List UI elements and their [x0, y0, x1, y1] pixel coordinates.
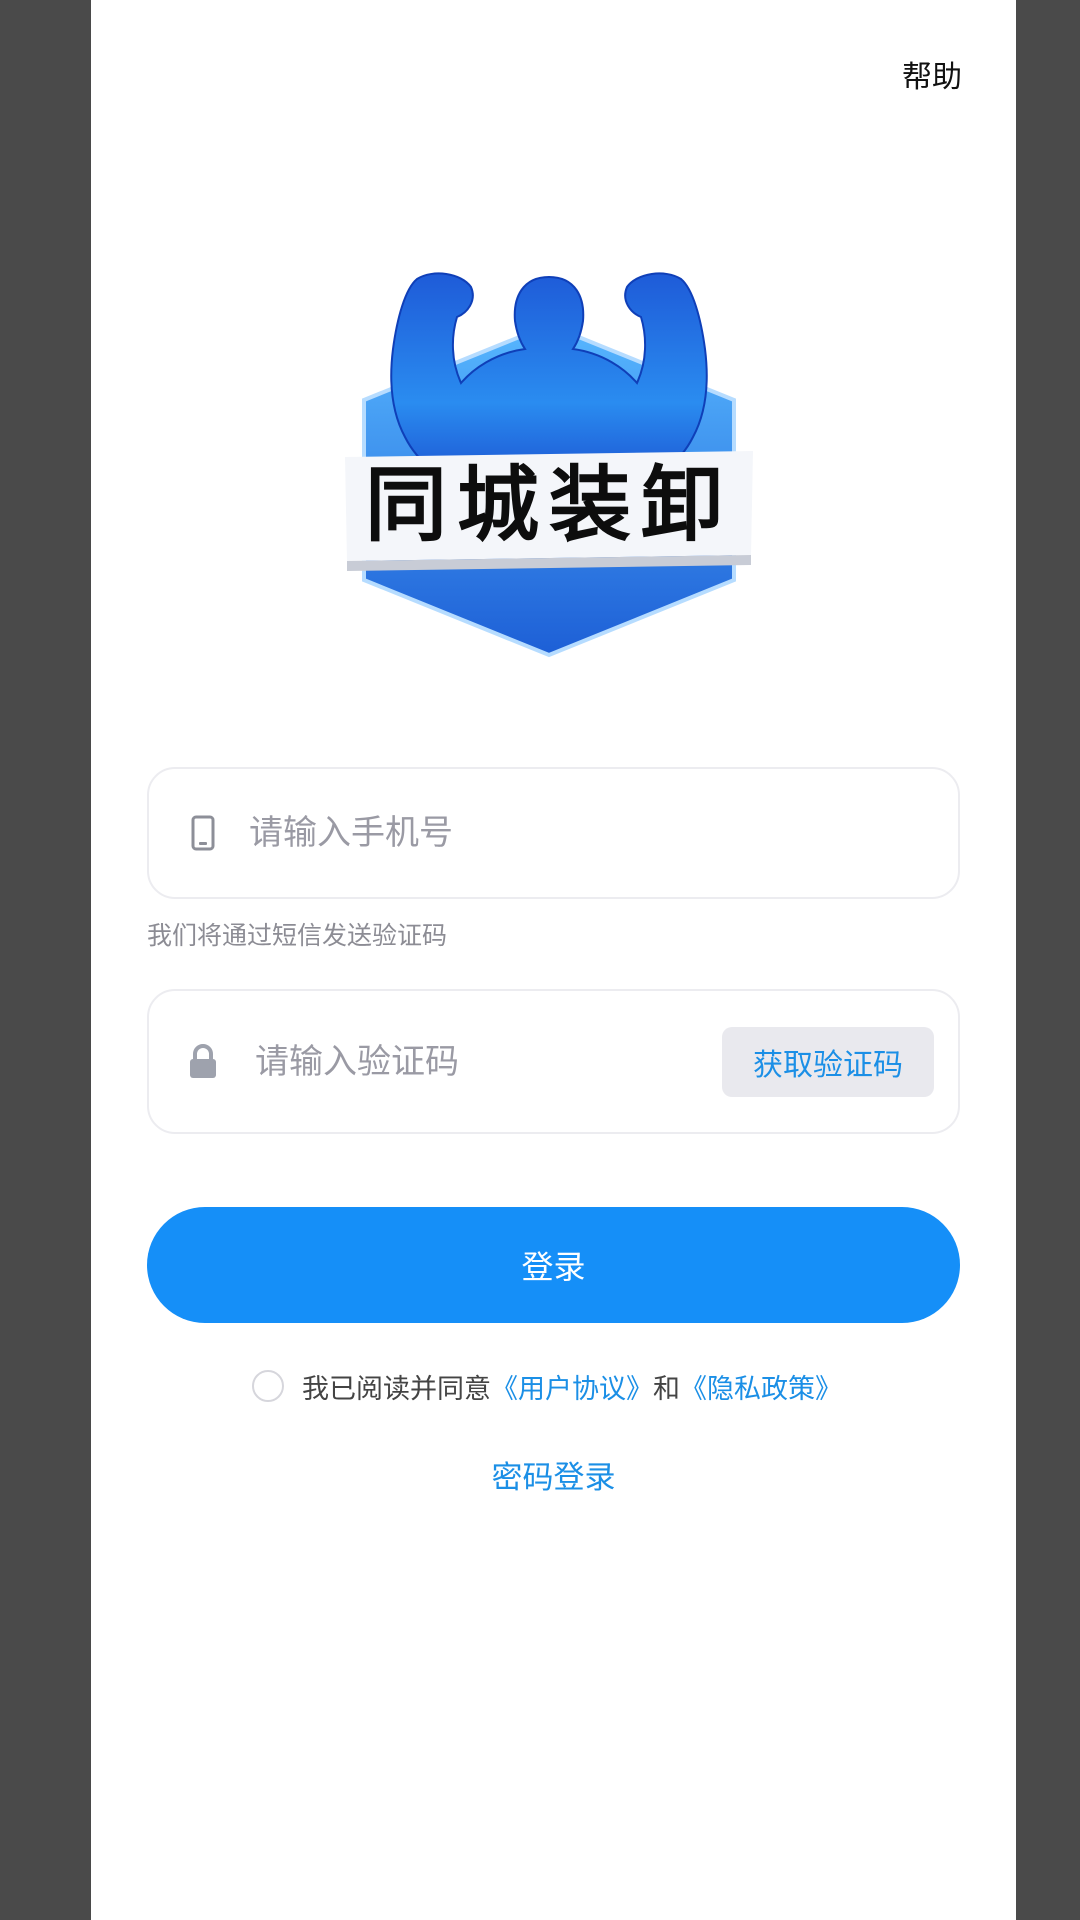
code-field: 获取验证码: [147, 989, 960, 1134]
agreement-row: 我已阅读并同意 《用户协议》 和 《隐私政策》: [252, 1367, 842, 1406]
phone-input[interactable]: [249, 769, 909, 897]
user-agreement-link[interactable]: 《用户协议》: [491, 1367, 653, 1406]
sms-hint: 我们将通过短信发送验证码: [147, 921, 448, 950]
phone-icon: [191, 815, 215, 851]
help-link[interactable]: 帮助: [902, 52, 962, 96]
code-input[interactable]: [255, 991, 695, 1132]
agreement-prefix: 我已阅读并同意: [302, 1373, 491, 1405]
lock-icon: [190, 1043, 216, 1078]
logo-text: 同城装卸: [365, 458, 733, 553]
agreement-checkbox[interactable]: [252, 1370, 284, 1402]
get-code-button[interactable]: 获取验证码: [722, 1027, 934, 1097]
password-login-link[interactable]: 密码登录: [91, 1452, 1016, 1497]
privacy-policy-link[interactable]: 《隐私政策》: [680, 1367, 842, 1406]
login-button[interactable]: 登录: [147, 1207, 960, 1323]
app-logo: 同城装卸: [345, 272, 753, 658]
agreement-conjunction: 和: [653, 1373, 680, 1405]
login-screen: 帮助 同城装卸 我们将通过短信发送验证码: [91, 0, 1016, 1920]
phone-field: [147, 767, 960, 899]
